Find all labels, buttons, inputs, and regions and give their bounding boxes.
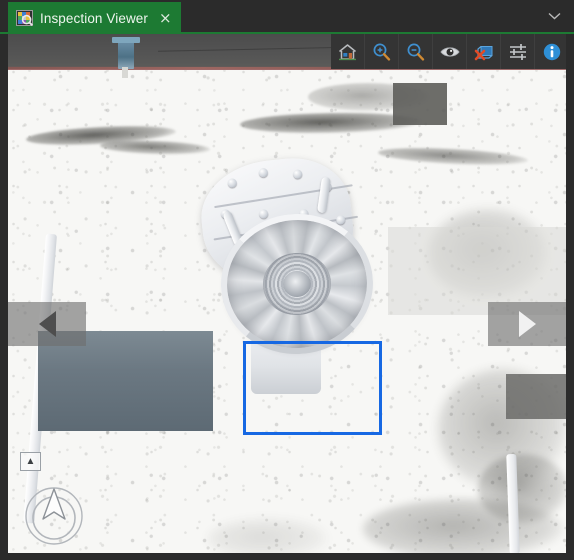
tab-title: Inspection Viewer xyxy=(40,10,149,26)
photo-bolt xyxy=(258,208,269,219)
photo-bolt xyxy=(292,169,303,180)
image-canvas[interactable]: ▲ xyxy=(8,34,566,553)
inspection-photo xyxy=(8,34,566,553)
previous-image-button[interactable] xyxy=(8,302,86,346)
photo-bolt xyxy=(258,167,269,178)
tab-close-button[interactable]: × xyxy=(159,10,172,26)
zoom-out-button[interactable] xyxy=(399,34,433,69)
photo-handle xyxy=(317,176,331,214)
photo-antenna-seam xyxy=(214,184,353,209)
chevron-down-icon[interactable] xyxy=(546,9,562,25)
photo-bolt xyxy=(227,178,238,188)
title-bar: Inspection Viewer × xyxy=(0,0,574,34)
toggle-visibility-button[interactable] xyxy=(433,34,467,69)
compass-north-icon[interactable] xyxy=(22,482,86,546)
next-image-button[interactable] xyxy=(488,302,566,346)
delete-shape-icon xyxy=(473,42,495,62)
home-icon xyxy=(337,42,358,62)
photo-base-structure xyxy=(38,331,213,431)
window-border-bottom xyxy=(0,553,574,560)
triangle-left-icon xyxy=(38,311,56,337)
sliders-icon xyxy=(508,42,528,62)
photo-antenna-mount xyxy=(112,37,140,78)
triangle-right-icon xyxy=(518,311,536,337)
collapse-panel-button[interactable]: ▲ xyxy=(20,452,41,471)
delete-annotation-button[interactable] xyxy=(467,34,501,69)
photo-dark-patch xyxy=(506,374,566,419)
zoom-out-icon xyxy=(405,42,426,62)
zoom-in-icon xyxy=(371,42,392,62)
home-reset-view-button[interactable] xyxy=(331,34,365,69)
window-border-left xyxy=(0,34,8,560)
photo-dark-patch xyxy=(393,83,447,125)
zoom-in-button[interactable] xyxy=(365,34,399,69)
info-button[interactable] xyxy=(535,34,566,69)
viewer-toolbar xyxy=(331,34,566,69)
tab-inspection-viewer[interactable]: Inspection Viewer × xyxy=(8,2,181,34)
photo-stain xyxy=(363,499,563,553)
eye-icon xyxy=(439,42,461,62)
annotation-rectangle[interactable] xyxy=(243,341,382,435)
image-viewer[interactable]: ▲ xyxy=(8,34,566,553)
image-adjustments-button[interactable] xyxy=(501,34,535,69)
inspection-viewer-window: Inspection Viewer × ▲ xyxy=(0,0,574,560)
photo-antenna-dish xyxy=(216,208,378,360)
image-inspect-icon xyxy=(16,10,33,26)
chevron-up-icon: ▲ xyxy=(25,455,36,467)
photo-stain xyxy=(208,519,328,553)
window-border-right xyxy=(566,34,574,560)
info-icon xyxy=(542,42,562,62)
